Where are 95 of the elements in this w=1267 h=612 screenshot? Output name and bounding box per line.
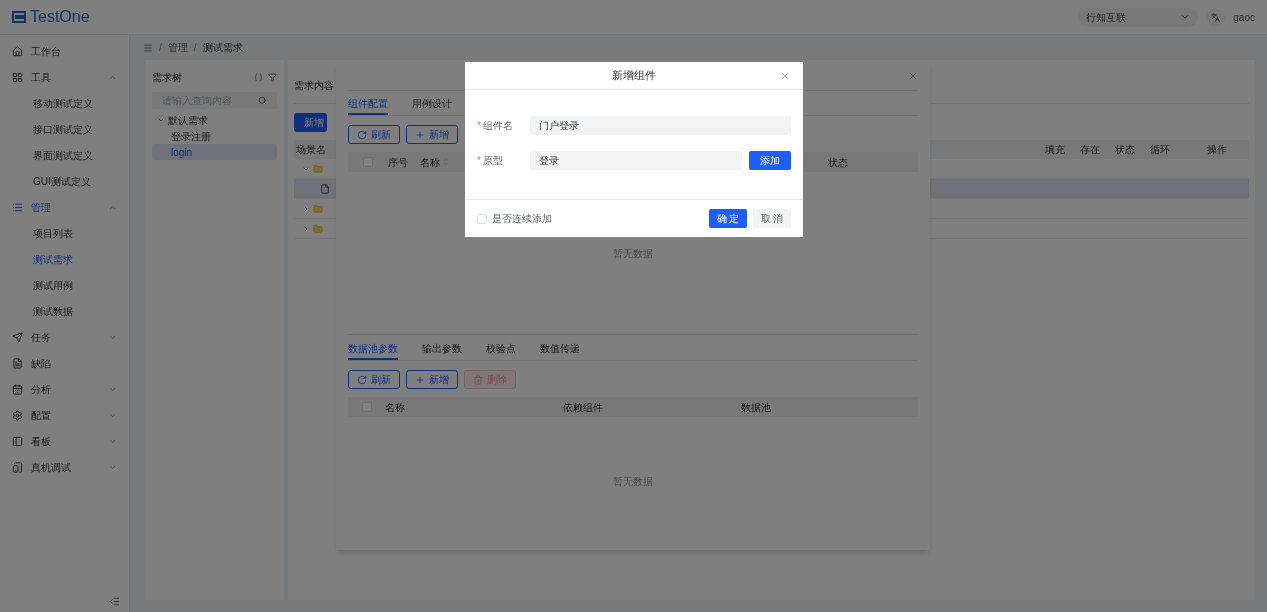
confirm-button[interactable]: 确 定	[709, 209, 747, 228]
nav-item[interactable]: 分析	[0, 376, 129, 402]
search-icon	[258, 96, 267, 105]
toolbar-button[interactable]: 刷新	[348, 125, 400, 144]
nav-subitem[interactable]: 项目列表	[0, 220, 129, 246]
nav-subitem[interactable]: 界面测试定义	[0, 142, 129, 168]
braces-icon[interactable]	[254, 73, 263, 82]
close-icon[interactable]	[780, 70, 790, 81]
nav-subitem[interactable]: 测试用例	[0, 272, 129, 298]
refresh-icon	[357, 374, 367, 385]
dialog-title: 新增组件	[612, 68, 656, 84]
tab[interactable]: 数值传递	[540, 339, 580, 360]
toolbar-button[interactable]: 新增	[406, 125, 458, 144]
breadcrumb-separator: /	[159, 41, 162, 55]
chevron-right-icon	[302, 204, 310, 213]
tree-node[interactable]: 登录注册	[152, 128, 277, 144]
column-header: 依赖组件	[563, 400, 604, 415]
refresh-icon	[357, 129, 367, 140]
calendar-icon	[12, 383, 23, 395]
nav-item[interactable]: 真机调试	[0, 454, 129, 480]
checkbox[interactable]	[477, 213, 487, 224]
plus-icon	[415, 374, 425, 385]
column-header: 场景名	[295, 143, 326, 157]
nav-item[interactable]: 看板	[0, 428, 129, 454]
column-header: 填充	[1045, 143, 1066, 157]
tab[interactable]: 校验点	[486, 339, 516, 360]
nav-subitem[interactable]: GUI测试定义	[0, 168, 129, 194]
column-header: 数据池	[740, 400, 772, 415]
plus-icon	[415, 129, 425, 140]
trash-icon	[473, 374, 483, 385]
breadcrumb-item[interactable]: 测试需求	[202, 40, 243, 55]
cancel-button[interactable]: 取 消	[753, 209, 791, 228]
breadcrumb-item[interactable]: 管理	[167, 40, 188, 55]
nav-subitem[interactable]: 接口测试定义	[0, 116, 129, 142]
grid-icon	[12, 71, 23, 83]
tree-node[interactable]: 默认需求	[152, 112, 277, 128]
nav-item[interactable]: 工作台	[0, 38, 129, 64]
column-header: 序号	[388, 155, 409, 170]
add-button[interactable]: 添加	[749, 151, 791, 170]
nav-subitem[interactable]: 移动测试定义	[0, 90, 129, 116]
tree-node[interactable]: login	[152, 144, 277, 160]
chevron-right-icon	[302, 224, 310, 233]
column-header: 存在	[1080, 143, 1101, 157]
folder-icon	[313, 223, 323, 234]
home-icon	[12, 45, 23, 57]
folder-icon	[313, 203, 323, 214]
text-field[interactable]: 门户登录	[530, 116, 791, 135]
collapse-icon[interactable]	[109, 596, 120, 607]
required-mark: *	[477, 119, 481, 133]
filter-icon[interactable]	[268, 73, 277, 82]
tab[interactable]: 输出参数	[422, 339, 462, 360]
menu-icon[interactable]	[143, 42, 153, 53]
panel-title: 需求内容	[294, 80, 334, 91]
column-header: 名称	[385, 400, 407, 415]
toolbar-button[interactable]: 刷新	[348, 370, 400, 389]
file-icon	[320, 183, 330, 194]
device-icon	[12, 461, 23, 473]
column-header: 操作	[1206, 143, 1228, 157]
panel-icon	[12, 435, 23, 447]
tab[interactable]: 组件配置	[348, 94, 388, 115]
nav-item[interactable]: 管理	[0, 194, 129, 220]
nav-item[interactable]: 配置	[0, 402, 129, 428]
nav-subitem[interactable]: 测试需求	[0, 246, 129, 272]
checkbox-label: 是否连续添加	[492, 212, 553, 226]
folder-icon	[313, 163, 323, 174]
app-logo: TestOne	[30, 7, 90, 27]
settings-icon	[12, 409, 23, 421]
field-label: 原型	[482, 154, 503, 168]
tab[interactable]: 数据池参数	[348, 339, 398, 360]
column-header: 循环	[1150, 143, 1171, 157]
column-header: 状态	[1115, 143, 1136, 157]
caret-down-icon	[157, 116, 165, 124]
field-label: 组件名	[482, 119, 513, 133]
list-icon	[12, 201, 23, 213]
nav-item[interactable]: 任务	[0, 324, 129, 350]
chevron-down-icon	[1180, 12, 1191, 22]
column-header: 状态	[828, 155, 849, 170]
translate-icon	[1211, 12, 1221, 22]
tab[interactable]: 用例设计	[412, 94, 452, 115]
language-button[interactable]	[1206, 7, 1226, 27]
org-select[interactable]: 行知互联	[1078, 7, 1199, 27]
nav-item[interactable]: 缺陷	[0, 350, 129, 376]
logo-icon	[12, 11, 26, 23]
user-name[interactable]: gaoc	[1233, 9, 1255, 25]
send-icon	[12, 331, 23, 343]
text-field[interactable]: 登录	[530, 151, 742, 170]
nav-subitem[interactable]: 测试数据	[0, 298, 129, 324]
close-icon[interactable]	[908, 71, 918, 81]
document-icon	[12, 357, 23, 369]
add-scene-button[interactable]: 新增	[294, 113, 327, 132]
required-mark: *	[477, 154, 481, 168]
panel-title: 需求树	[152, 71, 182, 85]
nav-item[interactable]: 工具	[0, 64, 129, 90]
toolbar-button[interactable]: 新增	[406, 370, 458, 389]
breadcrumb-separator: /	[193, 41, 197, 55]
